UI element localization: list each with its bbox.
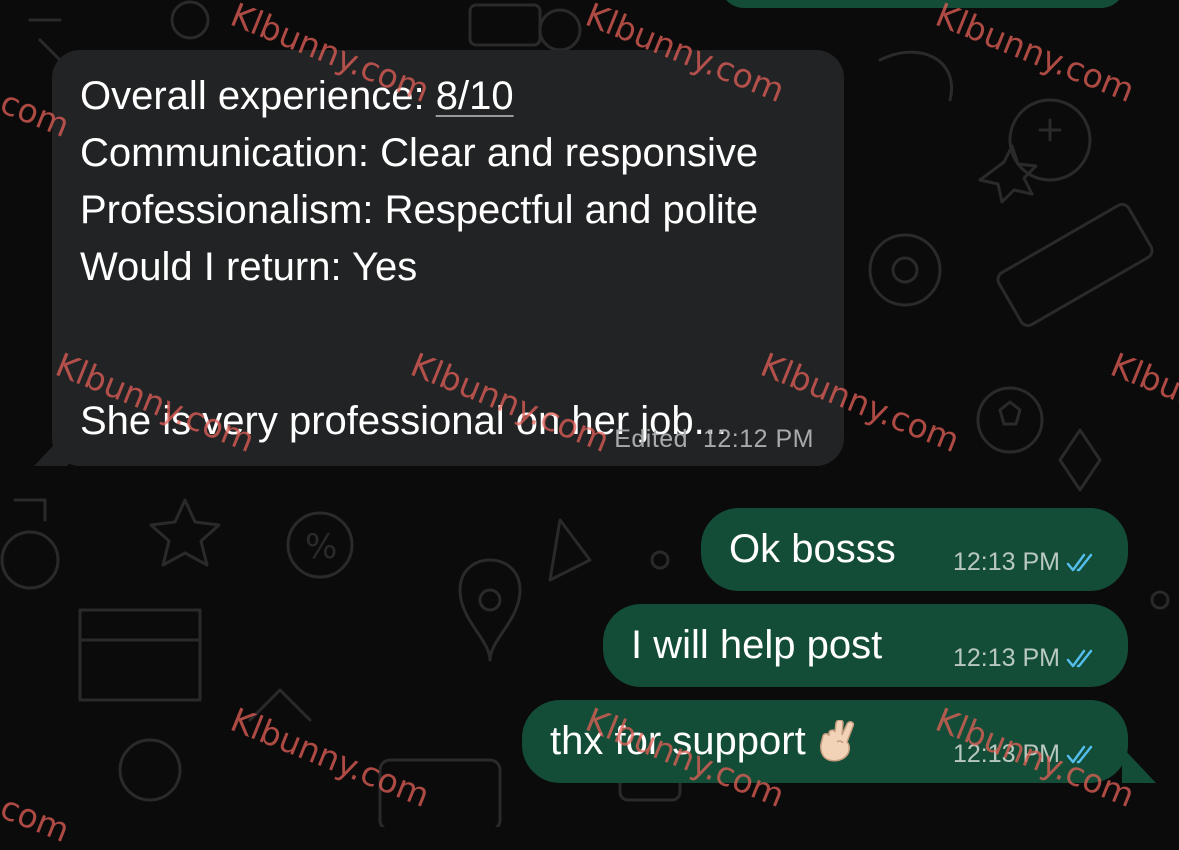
message-time: 12:12 PM xyxy=(702,425,814,453)
double-check-read-icon xyxy=(1066,553,1093,571)
message-text: I will help post xyxy=(631,623,883,667)
review-value: Respectful and polite xyxy=(384,188,759,232)
review-label: Would I return: xyxy=(80,245,342,289)
message-meta: 12:13 PM xyxy=(953,644,1100,673)
review-lines: Overall experience: 8/10 Communication: … xyxy=(80,68,758,296)
message-text: thx for support xyxy=(550,719,856,764)
message-time: 12:13 PM xyxy=(952,644,1060,672)
message-text: Ok bosss xyxy=(729,527,896,571)
outgoing-message-bubble[interactable]: I will help post 12:13 PM xyxy=(603,604,1128,687)
message-time: 12:13 PM xyxy=(952,548,1060,576)
message-text-content: thx for support xyxy=(550,719,806,763)
review-line-overall: Overall experience: 8/10 xyxy=(80,68,758,125)
outgoing-bubble-tail xyxy=(1122,747,1156,783)
review-label: Professionalism: xyxy=(80,188,374,232)
edited-label: Edited xyxy=(614,425,689,453)
review-label: Overall experience: xyxy=(80,74,425,118)
double-check-read-icon xyxy=(1066,745,1093,763)
review-value: Clear and responsive xyxy=(380,131,759,175)
incoming-message-bubble[interactable]: Overall experience: 8/10 Communication: … xyxy=(52,50,844,466)
outgoing-message-bubble[interactable]: thx for support 12:13 PM xyxy=(522,700,1156,783)
message-time: 12:13 PM xyxy=(952,740,1060,768)
review-line-return: Would I return: Yes xyxy=(80,239,758,296)
previous-outgoing-bubble[interactable] xyxy=(720,0,1125,8)
incoming-bubble-tail xyxy=(34,430,68,466)
review-label: Communication: xyxy=(80,131,370,175)
review-value: Yes xyxy=(352,245,418,289)
message-meta: 12:13 PM xyxy=(953,740,1100,769)
review-value[interactable]: 8/10 xyxy=(436,74,514,118)
message-meta: Edited 12:12 PM xyxy=(614,425,814,454)
double-check-read-icon xyxy=(1066,649,1093,667)
crossed-fingers-icon xyxy=(819,720,854,762)
chat-area: Overall experience: 8/10 Communication: … xyxy=(0,0,1179,827)
message-meta: 12:13 PM xyxy=(953,548,1100,577)
outgoing-message-bubble[interactable]: Ok bosss 12:13 PM xyxy=(701,508,1128,591)
review-line-communication: Communication: Clear and responsive xyxy=(80,125,758,182)
review-line-professionalism: Professionalism: Respectful and polite xyxy=(80,182,758,239)
